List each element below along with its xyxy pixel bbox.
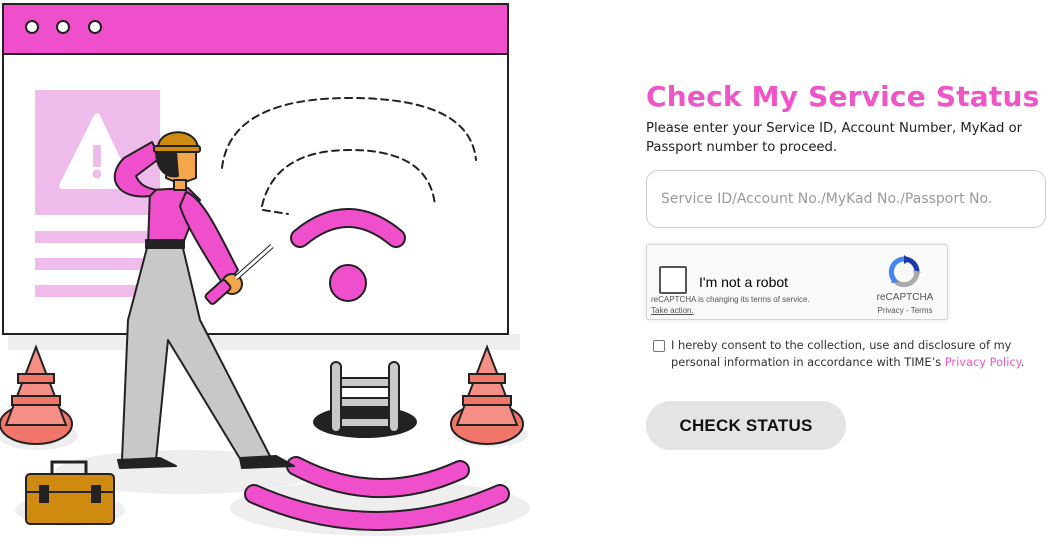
- maintenance-illustration: [0, 3, 530, 536]
- recaptcha-take-action-link[interactable]: Take action.: [651, 305, 810, 316]
- consent-checkbox[interactable]: [653, 340, 665, 352]
- recaptcha-checkbox[interactable]: [659, 266, 687, 294]
- service-id-input[interactable]: [646, 170, 1046, 228]
- traffic-cone-icon: [450, 344, 524, 445]
- recaptcha-widget: I'm not a robot reCAPTCHA is changing it…: [646, 244, 948, 320]
- recaptcha-brand: reCAPTCHA: [876, 292, 934, 303]
- form-instructions: Please enter your Service ID, Account Nu…: [646, 121, 1023, 155]
- privacy-policy-link[interactable]: Privacy Policy: [945, 355, 1021, 369]
- ladder-hole-icon: [313, 361, 417, 438]
- check-status-button[interactable]: CHECK STATUS: [646, 401, 846, 450]
- recaptcha-notice: reCAPTCHA is changing its terms of servi…: [651, 294, 810, 316]
- recaptcha-logo-icon: [888, 255, 921, 288]
- consent-period: .: [1020, 355, 1025, 369]
- recaptcha-privacy-terms-links[interactable]: Privacy - Terms: [869, 306, 941, 315]
- recaptcha-label: I'm not a robot: [699, 274, 789, 290]
- traffic-cone-icon: [0, 344, 73, 445]
- recaptcha-notice-text: reCAPTCHA is changing its terms of servi…: [651, 295, 810, 304]
- consent-row: I hereby consent to the collection, use …: [646, 337, 1046, 371]
- page-title: Check My Service Status: [646, 80, 1040, 113]
- consent-text: I hereby consent to the collection, use …: [671, 337, 1046, 371]
- service-status-form: Check My Service Status Please enter you…: [646, 80, 1046, 450]
